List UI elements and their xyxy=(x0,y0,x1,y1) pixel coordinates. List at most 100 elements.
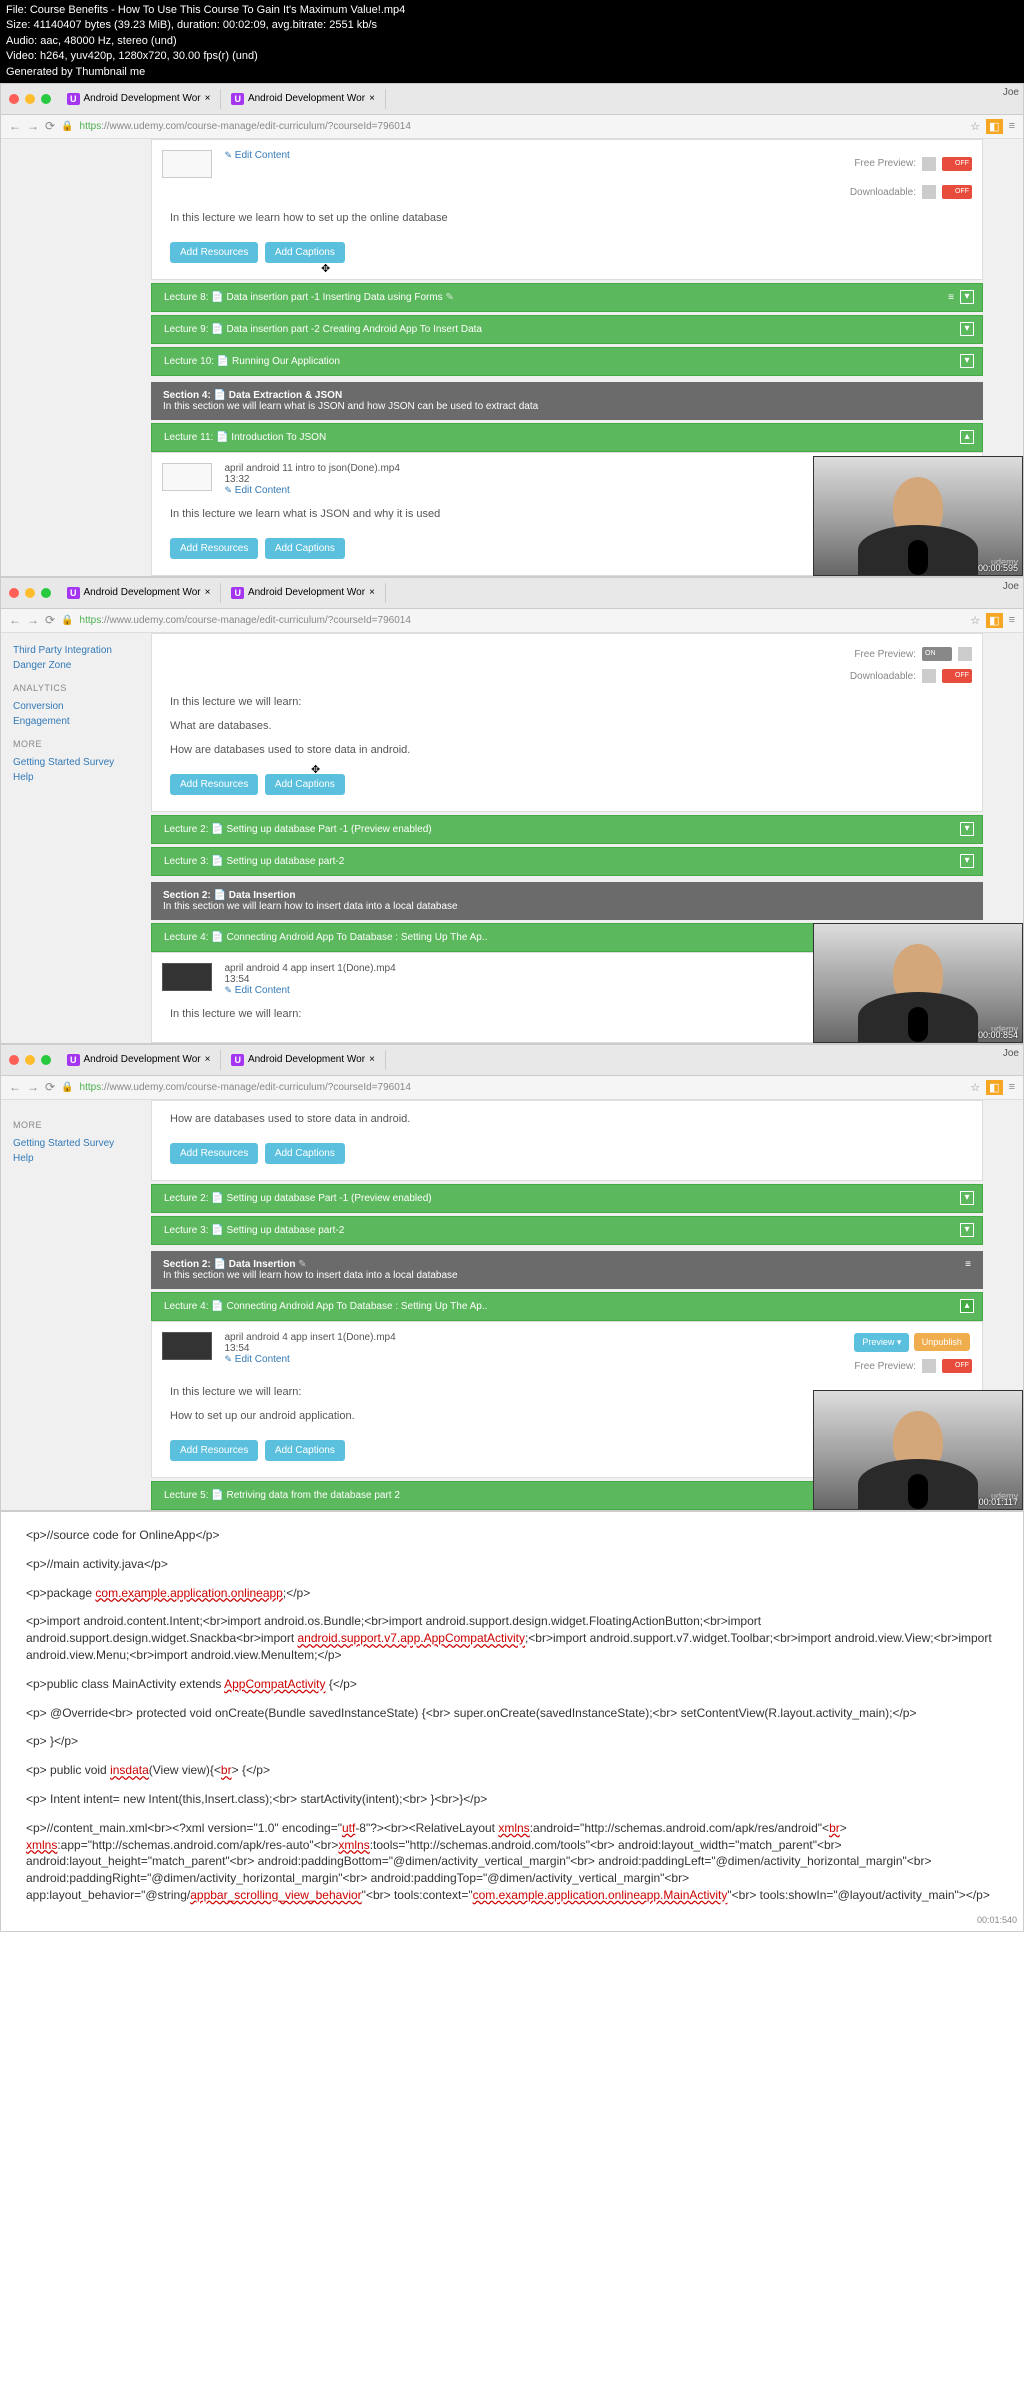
collapse-icon[interactable]: ▴ xyxy=(960,430,974,444)
expand-icon[interactable]: ▾ xyxy=(960,354,974,368)
lecture-4[interactable]: Lecture 4: 📄 Connecting Android App To D… xyxy=(151,1292,983,1321)
lecture-2[interactable]: Lecture 2: 📄 Setting up database Part -1… xyxy=(151,815,983,844)
reload-icon[interactable]: ⟳ xyxy=(45,613,55,627)
star-icon[interactable]: ☆ xyxy=(970,120,980,133)
menu-icon[interactable]: ≡ xyxy=(1009,614,1015,626)
edit-content-link[interactable]: Edit Content xyxy=(235,1354,290,1365)
unpublish-button[interactable]: Unpublish xyxy=(914,1333,970,1351)
forward-icon[interactable]: → xyxy=(27,119,39,133)
browser-tab-2[interactable]: UAndroid Development Wor× xyxy=(221,583,385,603)
toggle-download[interactable] xyxy=(922,185,936,199)
expand-icon[interactable]: ▾ xyxy=(960,290,974,304)
lecture-10[interactable]: Lecture 10: 📄 Running Our Application▾ xyxy=(151,347,983,376)
maximize-icon[interactable] xyxy=(41,94,51,104)
profile-name[interactable]: Joe xyxy=(1003,1048,1019,1059)
expand-icon[interactable]: ▾ xyxy=(960,854,974,868)
add-captions-button[interactable]: Add Captions xyxy=(265,538,345,559)
sidebar-tpi[interactable]: Third Party Integration xyxy=(13,643,139,658)
menu-icon[interactable]: ≡ xyxy=(1009,1081,1015,1093)
lecture-3[interactable]: Lecture 3: 📄 Setting up database part-2▾ xyxy=(151,1216,983,1245)
toggle-preview-off[interactable]: OFF xyxy=(942,157,972,171)
edit-content-link[interactable]: Edit Content xyxy=(235,150,290,161)
expand-icon[interactable]: ▾ xyxy=(960,1223,974,1237)
toggle-preview[interactable] xyxy=(922,1359,936,1373)
sidebar-help[interactable]: Help xyxy=(13,1151,139,1166)
lecture-3[interactable]: Lecture 3: 📄 Setting up database part-2▾ xyxy=(151,847,983,876)
ext-icon[interactable]: ◧ xyxy=(986,119,1002,134)
lecture-8[interactable]: Lecture 8: 📄 Data insertion part -1 Inse… xyxy=(151,283,983,312)
add-captions-button[interactable]: Add Captions xyxy=(265,774,345,795)
url-input[interactable]: https://www.udemy.com/course-manage/edit… xyxy=(80,121,965,132)
toggle-preview[interactable] xyxy=(922,157,936,171)
ext-icon[interactable]: ◧ xyxy=(986,613,1002,628)
maximize-icon[interactable] xyxy=(41,588,51,598)
edit-icon[interactable]: ✎ xyxy=(224,150,232,160)
add-resources-button[interactable]: Add Resources xyxy=(170,538,258,559)
star-icon[interactable]: ☆ xyxy=(970,614,980,627)
add-captions-button[interactable]: Add Captions xyxy=(265,1440,345,1461)
url-bar: ← → ⟳ 🔒 https://www.udemy.com/course-man… xyxy=(1,115,1023,139)
minimize-icon[interactable] xyxy=(25,94,35,104)
edit-content-link[interactable]: Edit Content xyxy=(235,485,290,496)
toggle-preview-on[interactable]: ON xyxy=(922,647,952,661)
section-4[interactable]: Section 4: 📄 Data Extraction & JSONIn th… xyxy=(151,382,983,420)
close-icon[interactable] xyxy=(9,588,19,598)
back-icon[interactable]: ← xyxy=(9,613,21,627)
forward-icon[interactable]: → xyxy=(27,613,39,627)
toggle-download-off[interactable]: OFF xyxy=(942,669,972,683)
profile-name[interactable]: Joe xyxy=(1003,581,1019,592)
lecture-description: How are databases used to store data in … xyxy=(162,1111,972,1137)
section-2[interactable]: Section 2: 📄 Data Insertion ✎≡In this se… xyxy=(151,1251,983,1289)
section-2[interactable]: Section 2: 📄 Data InsertionIn this secti… xyxy=(151,882,983,920)
star-icon[interactable]: ☆ xyxy=(970,1081,980,1094)
toggle-preview-off[interactable]: OFF xyxy=(942,1359,972,1373)
add-resources-button[interactable]: Add Resources xyxy=(170,1440,258,1461)
collapse-icon[interactable]: ▴ xyxy=(960,1299,974,1313)
toggle-download-off[interactable]: OFF xyxy=(942,185,972,199)
sidebar-help[interactable]: Help xyxy=(13,770,139,785)
browser-tab-1[interactable]: UAndroid Development Wor× xyxy=(57,1050,221,1070)
sidebar-conv[interactable]: Conversion xyxy=(13,699,139,714)
browser-tab-1[interactable]: UAndroid Development Wor× xyxy=(57,89,221,109)
ext-icon[interactable]: ◧ xyxy=(986,1080,1002,1095)
browser-tab-2[interactable]: UAndroid Development Wor× xyxy=(221,1050,385,1070)
menu-icon[interactable]: ≡ xyxy=(948,292,954,303)
toggle-download[interactable] xyxy=(922,669,936,683)
forward-icon[interactable]: → xyxy=(27,1080,39,1094)
lecture-2[interactable]: Lecture 2: 📄 Setting up database Part -1… xyxy=(151,1184,983,1213)
frame-2: UAndroid Development Wor× UAndroid Devel… xyxy=(0,577,1024,1044)
maximize-icon[interactable] xyxy=(41,1055,51,1065)
sidebar-dz[interactable]: Danger Zone xyxy=(13,658,139,673)
expand-icon[interactable]: ▾ xyxy=(960,822,974,836)
expand-icon[interactable]: ▾ xyxy=(960,1191,974,1205)
toggle-preview[interactable] xyxy=(958,647,972,661)
edit-content-link[interactable]: Edit Content xyxy=(235,985,290,996)
sidebar-gss[interactable]: Getting Started Survey xyxy=(13,1136,139,1151)
url-input[interactable]: https://www.udemy.com/course-manage/edit… xyxy=(80,1082,965,1093)
sidebar-eng[interactable]: Engagement xyxy=(13,714,139,729)
reload-icon[interactable]: ⟳ xyxy=(45,1080,55,1094)
add-resources-button[interactable]: Add Resources xyxy=(170,242,258,263)
back-icon[interactable]: ← xyxy=(9,1080,21,1094)
add-resources-button[interactable]: Add Resources xyxy=(170,774,258,795)
reload-icon[interactable]: ⟳ xyxy=(45,119,55,133)
lecture-9[interactable]: Lecture 9: 📄 Data insertion part -2 Crea… xyxy=(151,315,983,344)
menu-icon[interactable]: ≡ xyxy=(965,1259,971,1270)
back-icon[interactable]: ← xyxy=(9,119,21,133)
preview-button[interactable]: Preview ▾ xyxy=(854,1333,909,1352)
url-input[interactable]: https://www.udemy.com/course-manage/edit… xyxy=(80,615,965,626)
minimize-icon[interactable] xyxy=(25,588,35,598)
expand-icon[interactable]: ▾ xyxy=(960,322,974,336)
profile-name[interactable]: Joe xyxy=(1003,87,1019,98)
browser-tab-2[interactable]: UAndroid Development Wor× xyxy=(221,89,385,109)
add-captions-button[interactable]: Add Captions xyxy=(265,1143,345,1164)
sidebar-gss[interactable]: Getting Started Survey xyxy=(13,755,139,770)
close-icon[interactable] xyxy=(9,94,19,104)
lecture-11[interactable]: Lecture 11: 📄 Introduction To JSON▴ xyxy=(151,423,983,452)
add-resources-button[interactable]: Add Resources xyxy=(170,1143,258,1164)
minimize-icon[interactable] xyxy=(25,1055,35,1065)
browser-tab-1[interactable]: UAndroid Development Wor× xyxy=(57,583,221,603)
menu-icon[interactable]: ≡ xyxy=(1009,120,1015,132)
close-icon[interactable] xyxy=(9,1055,19,1065)
add-captions-button[interactable]: Add Captions xyxy=(265,242,345,263)
